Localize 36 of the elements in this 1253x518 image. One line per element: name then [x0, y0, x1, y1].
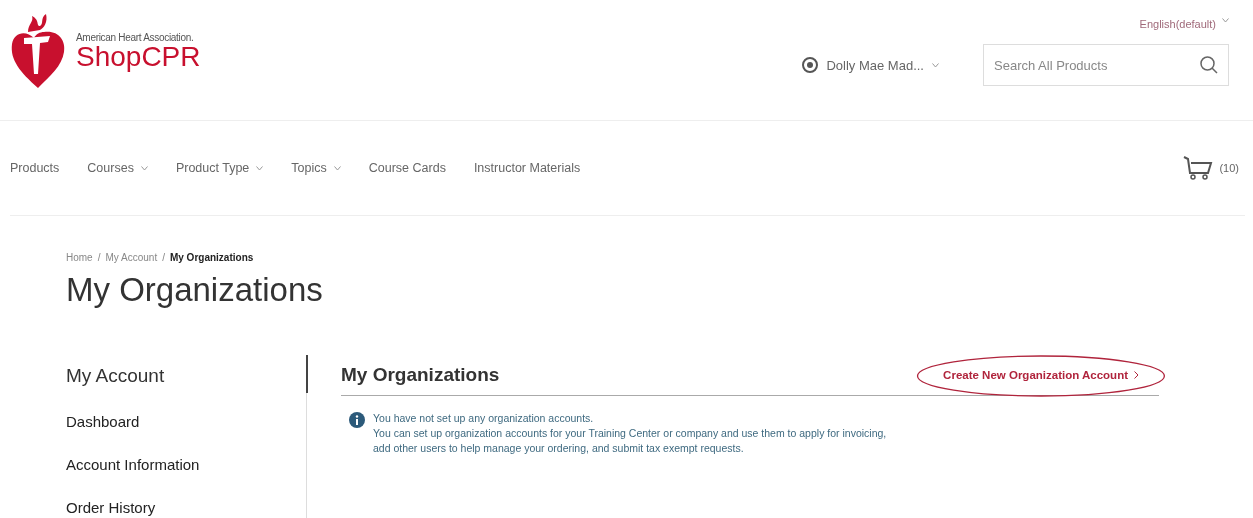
caret-icon — [1222, 18, 1229, 23]
nav-link[interactable]: Courses — [87, 161, 148, 175]
cart-icon[interactable] — [1183, 155, 1214, 181]
info-text: add other users to help manage your ordering, and submit tax exempt requests. — [373, 442, 745, 454]
search-icon — [1199, 55, 1219, 75]
heart-torch-logo-icon — [10, 12, 66, 90]
nav-link[interactable]: Topics — [291, 161, 341, 175]
info-text: You can set up organization accounts for your Training Center or company and use them to apply for invoicing, — [373, 427, 887, 439]
sidebar-link[interactable]: Order History — [66, 499, 306, 518]
breadcrumb-link[interactable]: Home — [66, 252, 93, 263]
brand-tagline: American Heart Association. — [76, 31, 195, 43]
nav-link[interactable]: Product Type — [175, 161, 264, 175]
breadcrumb-separator: / — [97, 252, 101, 263]
sidebar-link[interactable]: Dashboard — [66, 413, 306, 456]
info-icon — [349, 412, 365, 428]
search-field[interactable]: Search All Products — [983, 44, 1229, 86]
user-menu[interactable]: Dolly Mae Mad... — [802, 57, 939, 73]
caret-icon — [140, 165, 148, 171]
sidebar-link[interactable]: Account Information — [66, 456, 306, 499]
breadcrumb-link[interactable]: My Organizations — [169, 252, 254, 263]
page-title: My Organizations — [66, 271, 324, 309]
caret-icon — [932, 62, 939, 68]
nav-link[interactable]: Instructor Materials — [473, 161, 581, 175]
chevron-right-icon — [1134, 371, 1139, 379]
breadcrumb-link[interactable]: My Account — [105, 252, 158, 263]
breadcrumb-separator: / — [162, 252, 165, 263]
caret-icon — [333, 165, 341, 171]
caret-icon — [256, 165, 264, 171]
nav-link[interactable]: Course Cards — [368, 161, 446, 175]
sidebar-title: My Account — [66, 365, 166, 387]
cart-count: (10) — [1219, 162, 1239, 174]
info-text: You have not set up any organization accounts. — [373, 412, 595, 424]
nav-link[interactable]: Products — [10, 161, 60, 175]
language-selector[interactable]: English(default) — [1139, 18, 1229, 30]
section-heading: My Organizations — [341, 364, 500, 386]
brand-name: ShopCPR — [76, 42, 201, 71]
